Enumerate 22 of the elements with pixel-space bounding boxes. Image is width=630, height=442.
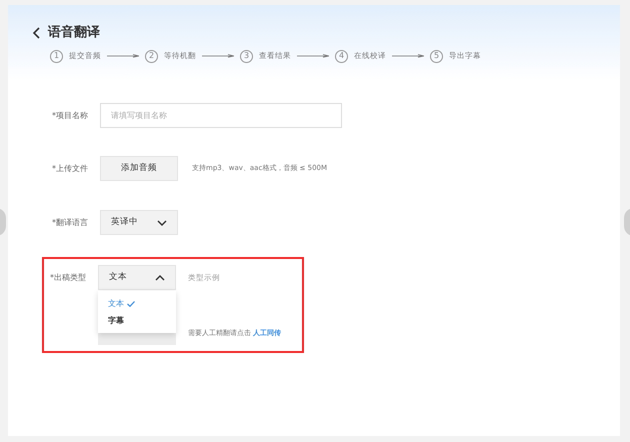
project-name-field[interactable]: 请填写项目名称 [100,103,342,128]
step-number: 3 [240,50,253,62]
step-number: 4 [335,50,348,62]
field-label: *出稿类型 [50,272,87,284]
field-label: *翻译语言 [52,216,89,228]
output-type-select[interactable]: 文本 [98,265,176,290]
field-label: *项目名称 [52,110,89,122]
arrow-icon [107,54,139,58]
step-number: 1 [50,50,63,62]
back-icon[interactable] [32,26,40,39]
add-audio-button[interactable]: 添加音频 [100,156,178,181]
step-number: 2 [145,50,158,62]
arrow-icon [202,54,234,58]
arrow-icon [392,54,424,58]
field-label: *上传文件 [52,162,89,174]
dropdown-option[interactable]: 文本 [98,295,176,312]
arrow-icon [297,54,329,58]
check-icon [127,300,135,306]
language-select[interactable]: 英译中 [100,210,178,235]
dropdown-option[interactable]: 字幕 [98,312,176,329]
step-number: 5 [430,50,443,62]
page-title: 语音翻译 [48,24,100,42]
